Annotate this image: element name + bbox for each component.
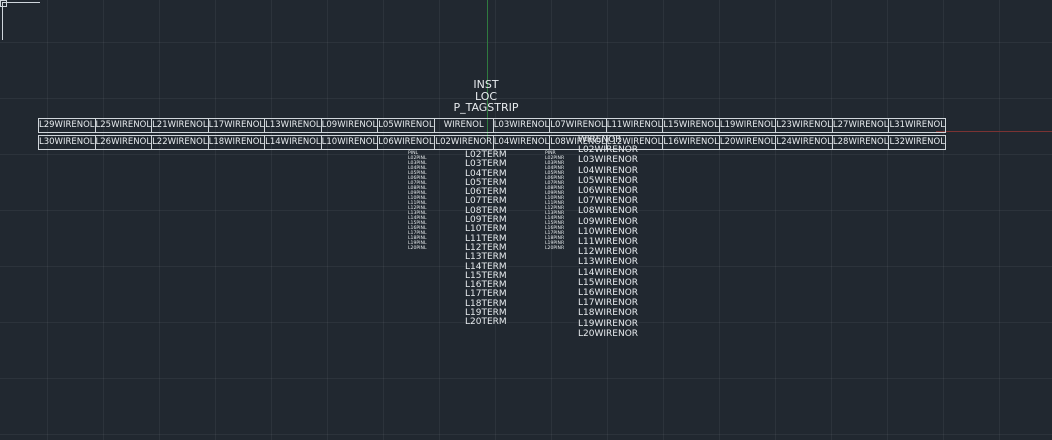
wirenor-attribute[interactable]: L14WIRENOR [578,268,638,278]
pin-right-attribute-list: PINR L02PINR L03PINR L04PINR L05PINR L06PINR L… [545,151,564,251]
strip-cell[interactable]: L09WIRENOL [320,118,379,133]
wirenor-attribute[interactable]: L04WIRENOR [578,166,638,176]
strip-cell[interactable]: L03WIRENOL [492,118,551,133]
strip-cell[interactable]: L20WIRENOL [718,135,777,150]
strip-cell[interactable]: L29WIRENOL [38,118,96,133]
tagstrip-top-row[interactable]: L29WIRENOL L25WIRENOL L21WIRENOL L17WIRE… [38,118,946,133]
strip-cell[interactable]: L19WIRENOL [718,118,777,133]
strip-cell[interactable]: L32WIRENOL [888,135,946,150]
term-attribute[interactable]: L20TERM [465,318,507,328]
strip-cell[interactable]: L26WIRENOL [94,135,153,150]
pin-right-attribute[interactable]: L20PINR [545,246,564,251]
strip-cell[interactable]: L31WIRENOL [888,118,946,133]
wirenor-attribute-list: WIRENOR L02WIRENOR L03WIRENOR L04WIRENOR L05… [578,135,638,339]
strip-cell[interactable]: L16WIRENOL [662,135,720,150]
wirenor-attribute[interactable]: L11WIRENOR [578,237,638,247]
strip-cell[interactable]: L21WIRENOL [151,118,209,133]
tagstrip-bottom-row[interactable]: L30WIRENOL L26WIRENOL L22WIRENOL L18WIRE… [38,135,946,150]
strip-cell[interactable]: L25WIRENOL [94,118,153,133]
strip-cell[interactable]: L22WIRENOL [151,135,209,150]
strip-cell[interactable]: L02WIRENOR [433,135,494,150]
wirenor-attribute[interactable]: L19WIRENOR [578,319,638,329]
wirenor-attribute[interactable]: L09WIRENOR [578,217,638,227]
strip-cell[interactable]: L13WIRENOL [264,118,322,133]
wirenor-attribute[interactable]: L10WIRENOR [578,227,638,237]
ucs-icon [0,0,40,40]
strip-cell[interactable]: L23WIRENOL [775,118,833,133]
strip-cell[interactable]: L30WIRENOL [38,135,96,150]
wirenor-attribute[interactable]: L07WIRENOR [578,196,638,206]
wirenor-attribute[interactable]: L16WIRENOR [578,288,638,298]
drawing-canvas[interactable]: INST LOC P_TAGSTRIP L29WIRENOL L25WIRENO… [0,0,1052,440]
pin-left-attribute-list: PINL L02PINL L03PINL L04PINL L05PINL L06PINL L… [408,151,427,251]
strip-cell[interactable]: L24WIRENOL [775,135,833,150]
wirenor-attribute[interactable]: L03WIRENOR [578,155,638,165]
attribute-tagstrip[interactable]: P_TAGSTRIP [440,102,532,114]
strip-cell[interactable]: L11WIRENOL [605,118,664,133]
strip-cell[interactable]: L07WIRENOL [549,118,607,133]
wirenor-attribute[interactable]: L18WIRENOR [578,308,638,318]
strip-cell[interactable]: L28WIRENOL [831,135,890,150]
strip-cell[interactable]: L27WIRENOL [831,118,890,133]
wirenor-attribute[interactable]: L02WIRENOR [578,145,638,155]
wirenor-attribute[interactable]: L12WIRENOR [578,247,638,257]
wirenor-attribute[interactable]: L15WIRENOR [578,278,638,288]
pin-left-attribute[interactable]: L20PINL [408,246,427,251]
wirenor-attribute[interactable]: L20WIRENOR [578,329,638,339]
wirenor-attribute[interactable]: L08WIRENOR [578,206,638,216]
wirenor-attribute[interactable]: L06WIRENOR [578,186,638,196]
strip-cell[interactable]: L15WIRENOL [662,118,720,133]
strip-cell[interactable]: L04WIRENOL [492,135,551,150]
strip-cell[interactable]: L05WIRENOL [377,118,435,133]
strip-cell[interactable]: L17WIRENOL [207,118,266,133]
strip-cell[interactable]: L10WIRENOL [320,135,379,150]
strip-cell[interactable]: L18WIRENOL [207,135,266,150]
strip-cell[interactable]: L06WIRENOL [377,135,435,150]
wirenor-attribute[interactable]: L05WIRENOR [578,176,638,186]
wirenor-attribute[interactable]: WIRENOR [578,135,638,145]
wirenor-attribute[interactable]: L17WIRENOR [578,298,638,308]
strip-cell[interactable]: WIRENOL [433,118,494,133]
wirenor-attribute[interactable]: L13WIRENOR [578,257,638,267]
strip-cell[interactable]: L14WIRENOL [264,135,322,150]
term-attribute-list: L02TERM L03TERM L04TERM L05TERM L06TERM L07TE… [465,150,507,328]
x-axis-line [936,131,1052,132]
